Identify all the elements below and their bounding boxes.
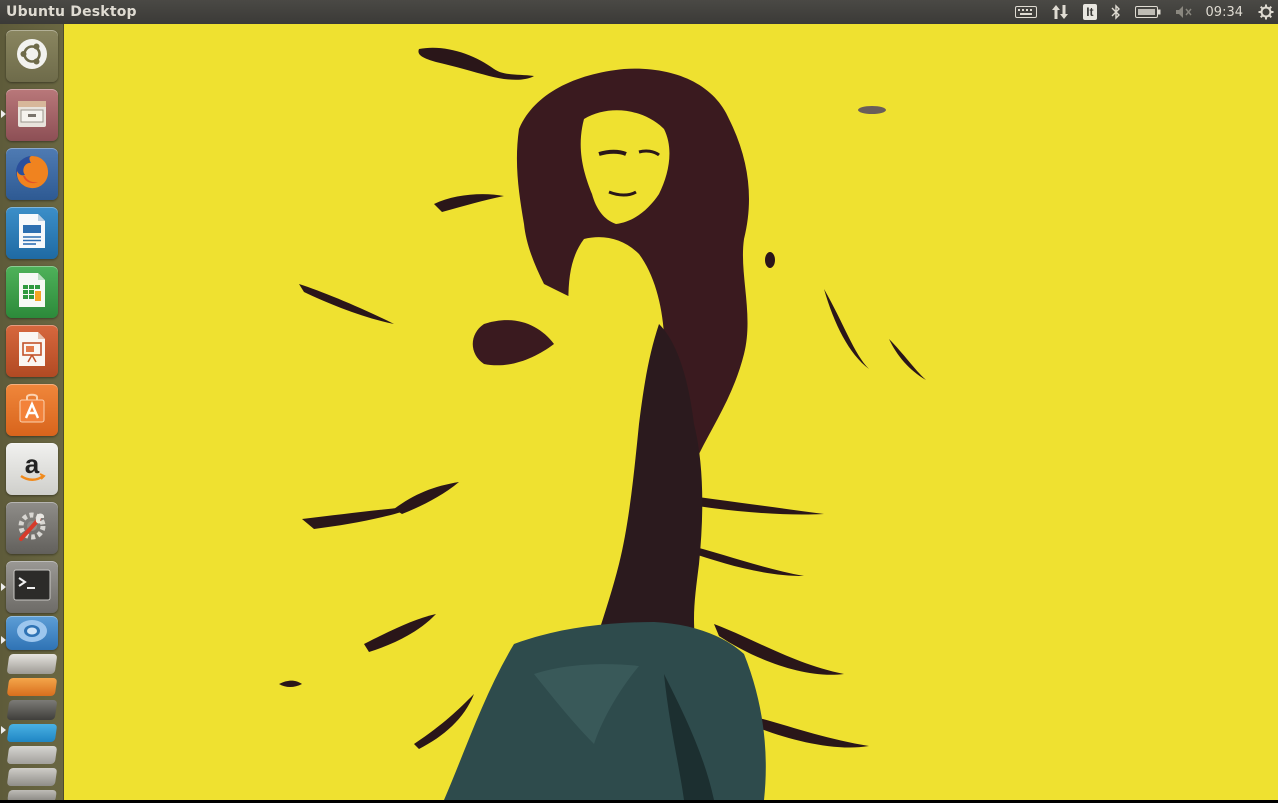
launcher-files[interactable] xyxy=(6,89,58,141)
file-cabinet-icon xyxy=(14,95,50,136)
software-bag-icon xyxy=(14,390,50,431)
launcher-libreoffice-impress[interactable] xyxy=(6,325,58,377)
chromium-icon xyxy=(12,617,52,650)
svg-text:a: a xyxy=(25,449,40,479)
running-indicator xyxy=(1,726,6,734)
clock[interactable]: 09:34 xyxy=(1206,5,1243,20)
impress-presentation-icon xyxy=(16,330,48,373)
network-icon[interactable] xyxy=(1051,0,1069,24)
keyboard-icon[interactable] xyxy=(1015,0,1038,24)
launcher-system-settings[interactable] xyxy=(6,502,58,554)
volume-muted-icon[interactable] xyxy=(1175,0,1193,24)
keyboard-layout-indicator[interactable]: It xyxy=(1083,0,1097,24)
dash-home-button[interactable] xyxy=(6,30,58,82)
amazon-icon: a xyxy=(14,449,50,490)
settings-wrench-icon xyxy=(13,507,51,550)
terminal-icon xyxy=(13,569,51,606)
top-panel: Ubuntu Desktop It 09:34 xyxy=(0,0,1278,24)
bluetooth-icon[interactable] xyxy=(1111,0,1121,24)
launcher-software-center[interactable] xyxy=(6,384,58,436)
firefox-icon xyxy=(12,152,52,197)
calc-spreadsheet-icon xyxy=(16,271,48,314)
session-gear-icon[interactable] xyxy=(1258,0,1274,24)
indicator-area: It 09:34 xyxy=(1008,0,1278,24)
wallpaper-art xyxy=(64,24,1278,800)
launcher-firefox[interactable] xyxy=(6,148,58,200)
launcher: a xyxy=(0,24,64,803)
battery-icon[interactable] xyxy=(1134,0,1161,24)
launcher-libreoffice-writer[interactable] xyxy=(6,207,58,259)
writer-document-icon xyxy=(16,212,48,255)
launcher-libreoffice-calc[interactable] xyxy=(6,266,58,318)
desktop-wallpaper xyxy=(64,24,1278,800)
launcher-terminal[interactable] xyxy=(6,561,58,613)
stacked-launcher-icons[interactable] xyxy=(1,654,58,803)
launcher-chromium[interactable] xyxy=(6,616,58,650)
window-title: Ubuntu Desktop xyxy=(6,4,137,20)
ubuntu-logo-icon xyxy=(15,37,49,76)
launcher-amazon[interactable]: a xyxy=(6,443,58,495)
